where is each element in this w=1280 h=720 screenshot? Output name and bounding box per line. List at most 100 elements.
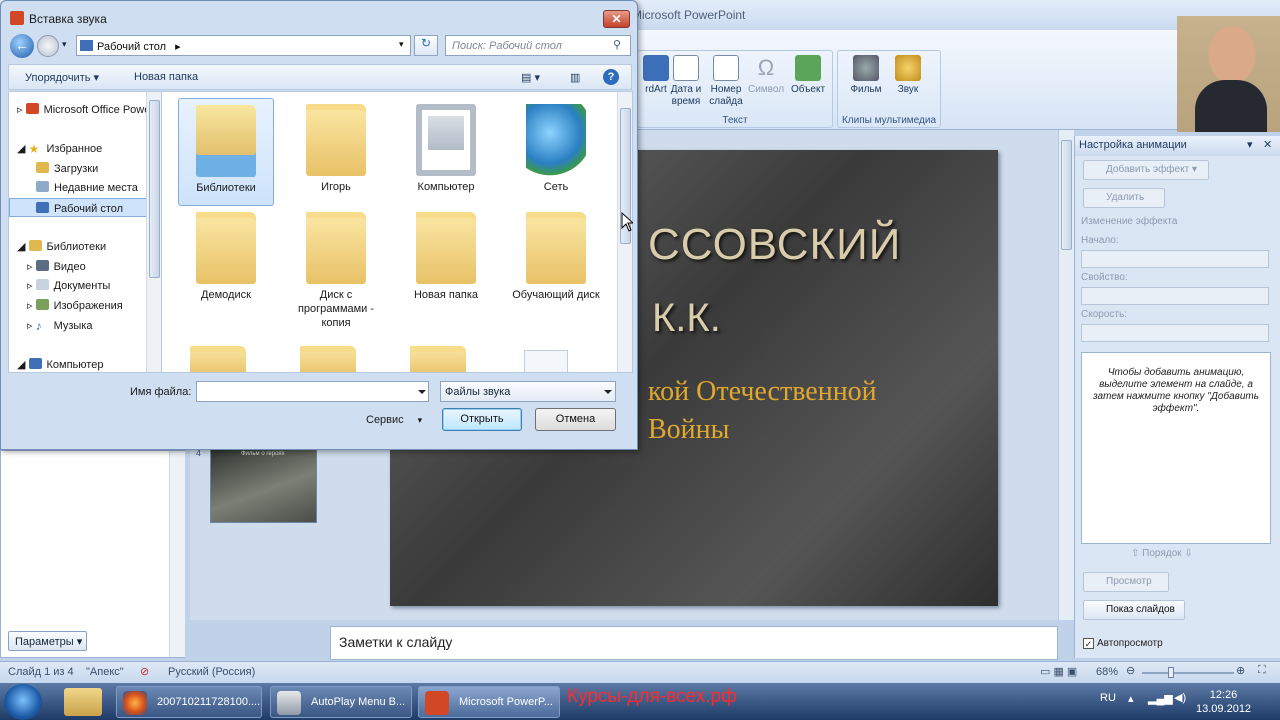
slide-scrollbar-thumb[interactable] xyxy=(1061,140,1072,250)
file-item-demodisk[interactable]: Демодиск xyxy=(178,206,274,314)
notes-field[interactable]: Заметки к слайду xyxy=(330,626,1058,660)
nav-scrollbar-thumb[interactable] xyxy=(149,100,160,278)
zoom-in-icon[interactable]: ⊕ xyxy=(1236,664,1245,677)
nav-item-music[interactable]: ▹ ♪ Музыка xyxy=(9,316,147,335)
view-options-icon[interactable]: ▤ ▾ xyxy=(521,71,540,84)
property-select[interactable] xyxy=(1081,287,1269,305)
folder-icon[interactable] xyxy=(190,346,246,372)
history-dropdown-icon[interactable]: ▾ xyxy=(62,39,67,50)
zoom-out-icon[interactable]: ⊖ xyxy=(1126,664,1135,677)
preview-pane-icon[interactable]: ▥ xyxy=(570,71,580,84)
documents-icon xyxy=(35,279,49,290)
taskbar-item-firefox[interactable]: 200710211728100.... xyxy=(116,686,262,718)
nav-item-desktop[interactable]: Рабочий стол xyxy=(9,198,147,217)
file-icon[interactable] xyxy=(524,350,568,372)
file-item-user[interactable]: Игорь xyxy=(288,98,384,206)
back-button[interactable]: ← xyxy=(10,34,34,58)
view-buttons[interactable]: ▭ ▦ ▣ xyxy=(1040,665,1077,678)
status-language[interactable]: Русский (Россия) xyxy=(168,666,255,678)
speed-select[interactable] xyxy=(1081,324,1269,342)
service-menu[interactable]: Сервис ▾ xyxy=(366,414,422,426)
autopreview-checkbox[interactable]: ✓ Автопросмотр xyxy=(1083,638,1163,649)
ribbon-group-media-label: Клипы мультимедиа xyxy=(841,115,937,126)
nav-item-images[interactable]: ▹ Изображения xyxy=(9,296,147,315)
slide-title-line1[interactable]: ССОВСКИЙ xyxy=(648,220,901,270)
preview-button[interactable]: Просмотр xyxy=(1083,572,1169,592)
brand-watermark: Курсы-для-всех.рф xyxy=(567,686,737,707)
clock[interactable]: 12:26 13.09.2012 xyxy=(1196,688,1251,716)
slide-number-button[interactable]: Номер слайда xyxy=(704,55,748,108)
file-item-training-disk[interactable]: Обучающий диск xyxy=(508,206,604,314)
taskbar-item-autoplay[interactable]: AutoPlay Menu B... xyxy=(270,686,412,718)
zoom-slider[interactable] xyxy=(1142,672,1234,674)
nav-item-computer[interactable]: ◢ Компьютер xyxy=(9,355,147,374)
file-item-programs-disk[interactable]: Диск с программами - копия xyxy=(288,206,384,329)
params-button[interactable]: Параметры ▾ xyxy=(8,631,87,651)
search-input[interactable]: Поиск: Рабочий стол ⚲ xyxy=(445,35,631,56)
folder-icon[interactable] xyxy=(410,346,466,372)
movie-button[interactable]: Фильм xyxy=(844,55,888,96)
folder-icon[interactable] xyxy=(300,346,356,372)
slide-scrollbar[interactable] xyxy=(1058,130,1074,620)
nav-item-documents[interactable]: ▹ Документы xyxy=(9,276,147,295)
animation-list[interactable]: Чтобы добавить анимацию, выделите элемен… xyxy=(1081,352,1271,544)
address-dropdown-icon[interactable]: ▾ xyxy=(399,39,404,50)
breadcrumb-arrow-icon[interactable]: ▸ xyxy=(175,41,181,53)
delete-effect-button[interactable]: Удалить xyxy=(1083,188,1165,208)
object-button[interactable]: Объект xyxy=(786,55,830,96)
nav-item-favorites[interactable]: ◢ ★ Избранное xyxy=(9,139,147,158)
close-button[interactable]: ✕ xyxy=(603,10,630,28)
organize-button[interactable]: Упорядочить ▾ xyxy=(25,71,99,84)
fit-slide-icon[interactable]: ⛶ xyxy=(1258,664,1266,677)
file-item-libraries[interactable]: Библиотеки xyxy=(178,98,274,206)
nav-item-office[interactable]: ▹ Microsoft Office PowerPoint xyxy=(9,100,147,119)
explorer-pin-icon[interactable] xyxy=(64,688,102,716)
chevron-down-icon: ▾ xyxy=(417,415,423,425)
nav-item-recent[interactable]: Недавние места xyxy=(9,178,147,197)
filetype-select[interactable]: Файлы звука xyxy=(440,381,616,402)
start-select[interactable] xyxy=(1081,250,1269,268)
zoom-slider-thumb[interactable] xyxy=(1168,667,1174,678)
slideshow-button[interactable]: Показ слайдов xyxy=(1083,600,1185,620)
files-scrollbar[interactable] xyxy=(617,92,632,372)
start-button[interactable] xyxy=(4,684,42,720)
network-tray-icon[interactable]: ▂▄▆ xyxy=(1148,692,1173,705)
language-indicator[interactable]: RU xyxy=(1100,692,1116,704)
datetime-button[interactable]: Дата и время xyxy=(664,55,708,108)
slide-subtitle-line2[interactable]: Войны xyxy=(648,414,729,446)
nav-item-video[interactable]: ▹ Видео xyxy=(9,257,147,276)
cancel-button[interactable]: Отмена xyxy=(535,408,616,431)
filename-input[interactable] xyxy=(196,381,429,402)
file-item-new-folder[interactable]: Новая папка xyxy=(398,206,494,314)
file-item-network[interactable]: Сеть xyxy=(508,98,604,206)
tray-expand-icon[interactable]: ▴ xyxy=(1128,692,1134,705)
mouse-cursor-icon xyxy=(621,212,633,232)
help-icon[interactable]: ? xyxy=(603,69,619,85)
slide-title-line2[interactable]: К.К. xyxy=(652,296,721,341)
back-arrow-icon: ← xyxy=(15,37,29,53)
slides-scrollbar[interactable] xyxy=(169,451,185,657)
slide-subtitle-line1[interactable]: кой Отечественной xyxy=(648,376,877,408)
status-theme: "Апекс" xyxy=(86,666,124,678)
symbol-button[interactable]: Ω Символ xyxy=(744,55,788,96)
open-button[interactable]: Открыть xyxy=(442,408,522,431)
zoom-level[interactable]: 68% xyxy=(1096,666,1118,678)
chevron-down-icon[interactable] xyxy=(418,390,426,394)
new-folder-button[interactable]: Новая папка xyxy=(134,71,198,83)
forward-button[interactable] xyxy=(37,35,59,57)
close-icon[interactable]: ✕ xyxy=(1263,138,1272,151)
slide-thumbnail-4[interactable]: Фильм о героях xyxy=(210,448,317,523)
file-item-computer[interactable]: Компьютер xyxy=(398,98,494,206)
spellcheck-icon[interactable]: ⊘ xyxy=(140,665,149,678)
pane-menu-icon[interactable]: ▾ xyxy=(1247,138,1253,151)
nav-scrollbar[interactable] xyxy=(146,92,162,372)
volume-tray-icon[interactable]: ◀) xyxy=(1174,691,1186,704)
taskbar-item-powerpoint[interactable]: Microsoft PowerP... xyxy=(418,686,560,718)
refresh-button[interactable]: ↻ xyxy=(414,35,438,56)
address-bar[interactable]: Рабочий стол ▸ ▾ xyxy=(76,35,411,56)
network-icon xyxy=(526,104,586,176)
sound-button[interactable]: Звук xyxy=(886,55,930,96)
nav-item-downloads[interactable]: Загрузки xyxy=(9,159,147,178)
nav-item-libraries[interactable]: ◢ Библиотеки xyxy=(9,237,147,256)
add-effect-button[interactable]: Добавить эффект ▾ xyxy=(1083,160,1209,180)
